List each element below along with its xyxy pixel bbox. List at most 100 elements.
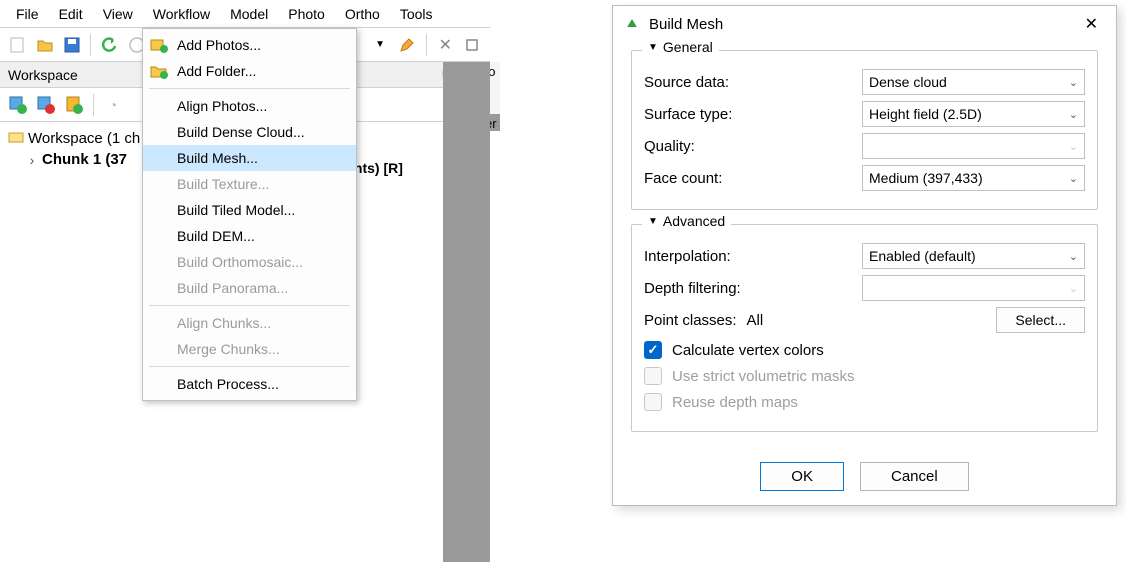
menu-separator (149, 88, 350, 89)
point-classes-value: All (747, 312, 987, 329)
menubar: File Edit View Workflow Model Photo Orth… (0, 0, 490, 28)
reuse-depth-label: Reuse depth maps (672, 394, 798, 411)
advanced-legend[interactable]: ▼Advanced (642, 213, 731, 229)
advanced-group: ▼Advanced Interpolation: Enabled (defaul… (631, 224, 1098, 432)
menu-workflow[interactable]: Workflow (143, 3, 220, 25)
pencil-icon[interactable] (396, 33, 419, 57)
menu-build-ortho: Build Orthomosaic... (143, 249, 356, 275)
depth-filtering-label: Depth filtering: (644, 280, 854, 297)
filter-icon[interactable]: ◔ (101, 93, 125, 117)
menu-build-tiled-label: Build Tiled Model... (177, 202, 295, 218)
menu-build-dense-label: Build Dense Cloud... (177, 124, 305, 140)
quality-label: Quality: (644, 138, 854, 155)
menu-separator (149, 366, 350, 367)
cancel-button[interactable]: Cancel (860, 462, 969, 491)
menu-align-chunks: Align Chunks... (143, 310, 356, 336)
build-mesh-dialog: Build Mesh ✕ ▼General Source data: Dense… (612, 5, 1117, 506)
menu-build-tiled[interactable]: Build Tiled Model... (143, 197, 356, 223)
menu-ortho[interactable]: Ortho (335, 3, 390, 25)
chevron-down-icon: ⌄ (1069, 282, 1078, 295)
calc-vertex-colors-row[interactable]: ✓ Calculate vertex colors (644, 341, 1085, 359)
workflow-menu: Add Photos... Add Folder... Align Photos… (142, 28, 357, 401)
undo-icon[interactable] (98, 33, 121, 57)
chevron-down-icon: ⌄ (1069, 76, 1078, 89)
menu-separator (149, 305, 350, 306)
reuse-depth-checkbox (644, 393, 662, 411)
save-icon[interactable] (60, 33, 83, 57)
menu-build-mesh-label: Build Mesh... (177, 150, 258, 166)
add-photos-icon (149, 36, 169, 54)
strict-masks-row: Use strict volumetric masks (644, 367, 1085, 385)
menu-tools[interactable]: Tools (390, 3, 443, 25)
dropdown-icon[interactable]: ▼ (369, 33, 392, 57)
dialog-icon (623, 15, 641, 33)
interpolation-label: Interpolation: (644, 248, 854, 265)
chevron-down-icon: ⌄ (1069, 172, 1078, 185)
source-data-label: Source data: (644, 74, 854, 91)
delete-icon[interactable]: ✕ (434, 33, 457, 57)
menu-align-photos-label: Align Photos... (177, 98, 267, 114)
reuse-depth-row: Reuse depth maps (644, 393, 1085, 411)
dialog-close-button[interactable]: ✕ (1077, 12, 1106, 36)
menu-build-dem[interactable]: Build DEM... (143, 223, 356, 249)
chevron-down-icon: ⌄ (1069, 108, 1078, 121)
menu-add-folder[interactable]: Add Folder... (143, 58, 356, 84)
menu-align-chunks-label: Align Chunks... (177, 315, 271, 331)
menu-add-photos-label: Add Photos... (177, 37, 261, 53)
menu-build-texture-label: Build Texture... (177, 176, 269, 192)
dialog-title: Build Mesh (649, 16, 1077, 33)
menu-photo[interactable]: Photo (278, 3, 335, 25)
menu-build-dem-label: Build DEM... (177, 228, 255, 244)
tree-root-label: Workspace (1 ch (28, 130, 140, 147)
surface-type-label: Surface type: (644, 106, 854, 123)
calc-vertex-colors-checkbox[interactable]: ✓ (644, 341, 662, 359)
ok-button[interactable]: OK (760, 462, 844, 491)
general-legend[interactable]: ▼General (642, 39, 719, 55)
menu-view[interactable]: View (93, 3, 143, 25)
chevron-down-icon: ⌄ (1069, 140, 1078, 153)
menu-edit[interactable]: Edit (49, 3, 93, 25)
chevron-down-icon: ⌄ (1069, 250, 1078, 263)
crop-icon[interactable] (461, 33, 484, 57)
add-folder-icon[interactable] (34, 93, 58, 117)
select-point-classes-button[interactable]: Select... (996, 307, 1085, 333)
toolbar-separator (93, 94, 94, 116)
menu-build-dense[interactable]: Build Dense Cloud... (143, 119, 356, 145)
add-chunk-icon[interactable] (6, 93, 30, 117)
general-group: ▼General Source data: Dense cloud⌄ Surfa… (631, 50, 1098, 210)
source-data-combo[interactable]: Dense cloud⌄ (862, 69, 1085, 95)
menu-build-ortho-label: Build Orthomosaic... (177, 254, 303, 270)
toolbar-separator (90, 34, 91, 56)
workspace-icon (8, 130, 24, 147)
strict-masks-label: Use strict volumetric masks (672, 368, 855, 385)
face-count-label: Face count: (644, 170, 854, 187)
collapse-icon: ▼ (648, 42, 658, 53)
workspace-panel-title: Workspace (8, 67, 78, 83)
menu-build-mesh[interactable]: Build Mesh... (143, 145, 356, 171)
surface-type-combo[interactable]: Height field (2.5D)⌄ (862, 101, 1085, 127)
menu-align-photos[interactable]: Align Photos... (143, 93, 356, 119)
menu-merge-chunks: Merge Chunks... (143, 336, 356, 362)
viewport[interactable] (443, 62, 490, 562)
face-count-combo[interactable]: Medium (397,433)⌄ (862, 165, 1085, 191)
dialog-titlebar: Build Mesh ✕ (613, 6, 1116, 42)
new-icon[interactable] (6, 33, 29, 57)
menu-build-pano: Build Panorama... (143, 275, 356, 301)
menu-merge-chunks-label: Merge Chunks... (177, 341, 280, 357)
menu-add-photos[interactable]: Add Photos... (143, 32, 356, 58)
strict-masks-checkbox (644, 367, 662, 385)
enable-chunk-icon[interactable] (62, 93, 86, 117)
menu-build-texture: Build Texture... (143, 171, 356, 197)
menu-model[interactable]: Model (220, 3, 278, 25)
menu-file[interactable]: File (6, 3, 49, 25)
toolbar-separator (426, 34, 427, 56)
interpolation-combo[interactable]: Enabled (default)⌄ (862, 243, 1085, 269)
expand-icon[interactable]: › (26, 152, 38, 168)
menu-add-folder-label: Add Folder... (177, 63, 256, 79)
tree-chunk-label: Chunk 1 (37 (42, 151, 127, 168)
add-folder-icon (149, 62, 169, 80)
menu-batch-process-label: Batch Process... (177, 376, 279, 392)
open-icon[interactable] (33, 33, 56, 57)
menu-batch-process[interactable]: Batch Process... (143, 371, 356, 397)
calc-vertex-colors-label: Calculate vertex colors (672, 342, 824, 359)
